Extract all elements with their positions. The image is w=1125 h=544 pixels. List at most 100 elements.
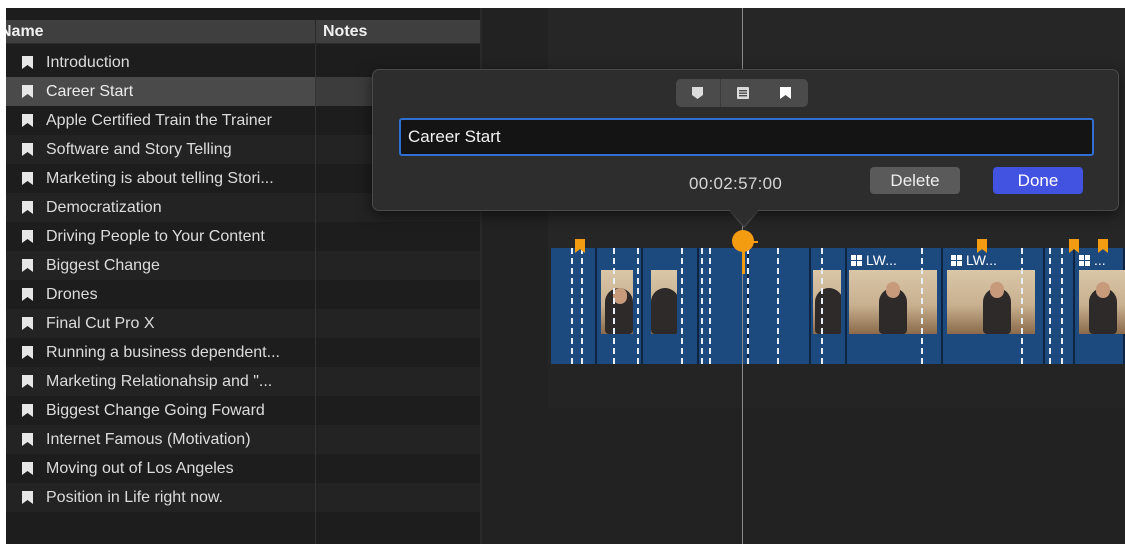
chapter-marker-icon: [22, 433, 33, 446]
marker-name: Democratization: [46, 199, 162, 216]
marker-name: Final Cut Pro X: [46, 315, 155, 332]
marker-notes-cell[interactable]: [315, 483, 480, 512]
done-button[interactable]: Done: [993, 167, 1083, 194]
popover-arrow: [730, 210, 758, 226]
clip-thumbnail: [601, 270, 633, 334]
clip-grid-icon: [851, 255, 862, 266]
clip-thumbnail: [651, 270, 677, 334]
edit-point: [821, 248, 823, 364]
marker-name: Drones: [46, 286, 98, 303]
timeline-clip[interactable]: LW...: [943, 248, 1045, 364]
marker-list-item[interactable]: Biggest Change: [6, 251, 480, 280]
timeline-clip[interactable]: [551, 248, 597, 364]
chapter-marker-icon: [780, 87, 791, 99]
edit-point: [777, 248, 779, 364]
edit-point: [709, 248, 711, 364]
marker-list-item[interactable]: Final Cut Pro X: [6, 309, 480, 338]
marker-name: Software and Story Telling: [46, 141, 232, 158]
chapter-marker-icon: [22, 201, 33, 214]
edit-point: [681, 248, 683, 364]
edit-point: [747, 248, 749, 364]
clip-thumbnail: [813, 270, 841, 334]
timeline-lower-area: [548, 408, 1125, 544]
marker-name: Biggest Change: [46, 257, 160, 274]
marker-list-item[interactable]: Running a business dependent...: [6, 338, 480, 367]
edit-point: [1061, 248, 1063, 364]
todo-marker-tab[interactable]: [720, 79, 764, 107]
chapter-marker-icon: [22, 346, 33, 359]
edit-point: [581, 248, 583, 364]
marker-notes-cell[interactable]: [315, 251, 480, 280]
timeline-clip[interactable]: LW...: [847, 248, 943, 364]
clip-title: ...: [1079, 252, 1106, 268]
marker-name: Introduction: [46, 54, 130, 71]
notes-column-header[interactable]: Notes: [315, 20, 479, 44]
clip-title: LW...: [951, 252, 997, 268]
marker-type-selector: [676, 79, 808, 107]
marker-notes-cell[interactable]: [315, 309, 480, 338]
selected-chapter-marker-handle[interactable]: [732, 230, 754, 252]
marker-list-item[interactable]: Internet Famous (Motivation): [6, 425, 480, 454]
column-divider: [315, 44, 316, 544]
chapter-marker-tab[interactable]: [764, 79, 808, 107]
timeline-clip[interactable]: [643, 248, 699, 364]
chapter-marker-icon: [22, 85, 33, 98]
standard-marker-icon: [692, 87, 703, 99]
chapter-marker-icon: [22, 56, 33, 69]
timeline-clip[interactable]: [749, 248, 811, 364]
marker-notes-cell[interactable]: [315, 338, 480, 367]
edit-point: [1049, 248, 1051, 364]
marker-name-field[interactable]: [399, 118, 1094, 156]
marker-notes-cell[interactable]: [315, 280, 480, 309]
marker-list-item[interactable]: Marketing Relationahsip and "...: [6, 367, 480, 396]
marker-list-item[interactable]: Driving People to Your Content: [6, 222, 480, 251]
todo-marker-icon: [737, 87, 749, 99]
clip-grid-icon: [951, 255, 962, 266]
chapter-marker-icon: [22, 317, 33, 330]
marker-name: Driving People to Your Content: [46, 228, 265, 245]
chapter-marker-icon: [22, 143, 33, 156]
marker-popover: 00:02:57:00 Delete Done: [372, 69, 1119, 211]
delete-button[interactable]: Delete: [870, 167, 960, 194]
marker-name: Marketing Relationahsip and "...: [46, 373, 273, 390]
marker-notes-cell[interactable]: [315, 222, 480, 251]
edit-point: [613, 248, 615, 364]
marker-list-item[interactable]: Position in Life right now.: [6, 483, 480, 512]
chapter-marker-icon: [22, 288, 33, 301]
clip-title: LW...: [851, 252, 897, 268]
marker-notes-cell[interactable]: [315, 367, 480, 396]
marker-list-item[interactable]: Drones: [6, 280, 480, 309]
chapter-marker-icon: [22, 172, 33, 185]
edit-point: [571, 248, 573, 364]
marker-name: Moving out of Los Angeles: [46, 460, 234, 477]
marker-name: Running a business dependent...: [46, 344, 280, 361]
name-column-header[interactable]: Name: [6, 20, 314, 44]
marker-name: Career Start: [46, 83, 134, 100]
standard-marker-tab[interactable]: [676, 79, 720, 107]
timeline-clip[interactable]: ...: [1075, 248, 1125, 364]
chapter-marker-icon: [22, 375, 33, 388]
marker-list-item[interactable]: Moving out of Los Angeles: [6, 454, 480, 483]
marker-name: Position in Life right now.: [46, 489, 223, 506]
chapter-marker-icon: [22, 230, 33, 243]
marker-notes-cell[interactable]: [315, 425, 480, 454]
chapter-marker-icon: [22, 404, 33, 417]
marker-notes-cell[interactable]: [315, 396, 480, 425]
index-column-header: Name Notes: [6, 20, 482, 44]
marker-name: Marketing is about telling Stori...: [46, 170, 274, 187]
marker-name: Biggest Change Going Foward: [46, 402, 265, 419]
marker-notes-cell[interactable]: [315, 454, 480, 483]
primary-storyline[interactable]: LW... LW... ...: [551, 248, 1125, 364]
marker-name: Internet Famous (Motivation): [46, 431, 251, 448]
chapter-marker-icon: [22, 491, 33, 504]
edit-point: [701, 248, 703, 364]
timeline-empty-track: [548, 364, 1125, 408]
clip-grid-icon: [1079, 255, 1090, 266]
chapter-marker-icon: [22, 259, 33, 272]
marker-list-item[interactable]: Biggest Change Going Foward: [6, 396, 480, 425]
edit-point: [921, 248, 923, 364]
edit-point: [637, 248, 639, 364]
edit-point: [1021, 248, 1023, 364]
timeline-clip[interactable]: [811, 248, 847, 364]
clip-thumbnail: [849, 270, 937, 334]
